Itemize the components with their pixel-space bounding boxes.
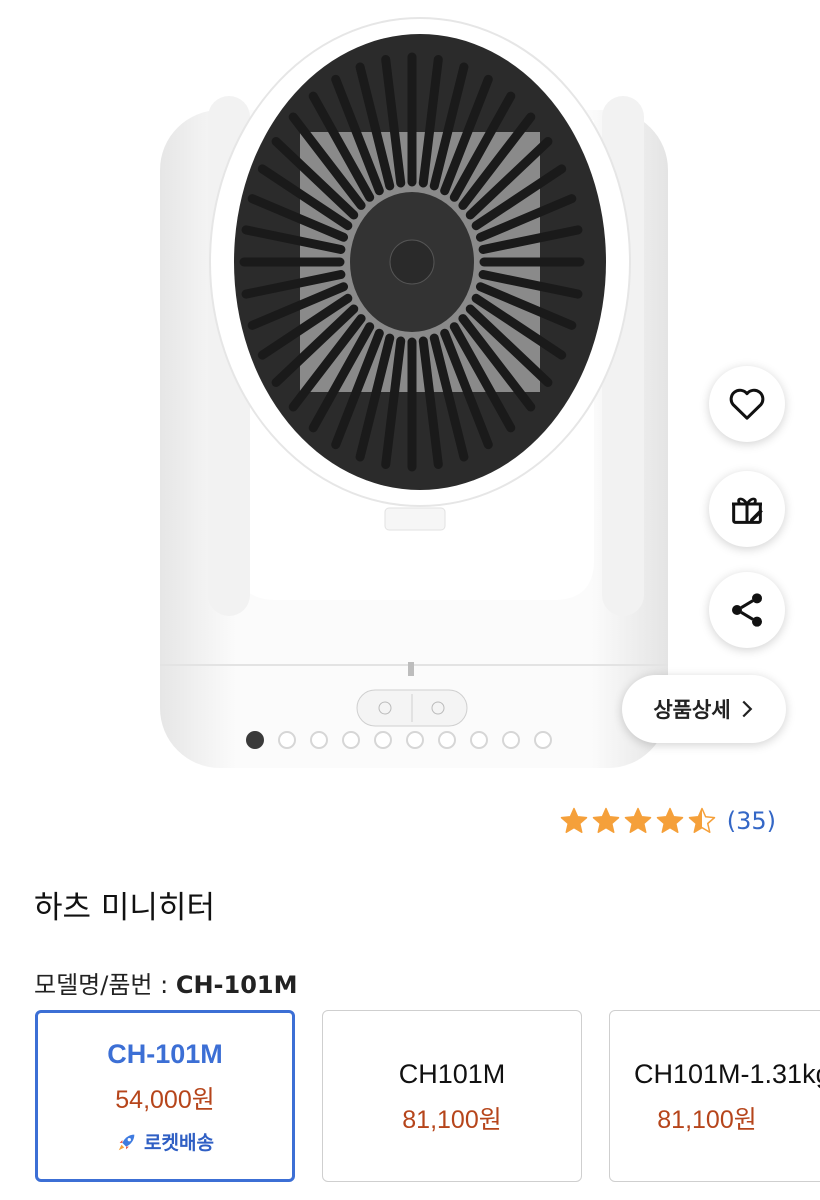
product-title: 하츠 미니히터 xyxy=(34,890,215,926)
share-icon xyxy=(732,593,762,627)
model-value: CH-101M xyxy=(175,971,298,999)
option-name: CH101M xyxy=(398,1059,506,1089)
pagination-dot[interactable] xyxy=(342,731,360,749)
star-icon xyxy=(688,807,715,833)
chevron-right-icon xyxy=(742,700,752,718)
option-card[interactable]: CH101M-1.31kg 81,100원 xyxy=(609,1010,820,1182)
option-price: 81,100원 xyxy=(657,1106,757,1134)
model-number-line: 모델명/품번 : CH-101M xyxy=(34,965,297,1000)
pagination-dot[interactable] xyxy=(278,731,296,749)
wishlist-button[interactable] xyxy=(709,366,785,442)
gallery-pagination[interactable] xyxy=(246,731,552,749)
rocket-delivery-badge: 로켓배송 xyxy=(38,1128,292,1155)
shipping-label: 로켓배송 xyxy=(144,1132,214,1154)
rating-summary[interactable]: (35) xyxy=(559,806,776,836)
option-card[interactable]: CH-101M 54,000원 로켓배송 xyxy=(35,1010,295,1182)
pagination-dot[interactable] xyxy=(246,731,264,749)
product-detail-label: 상품상세 xyxy=(653,698,731,722)
gift-button[interactable] xyxy=(709,471,785,547)
review-count[interactable]: (35) xyxy=(727,807,776,835)
pagination-dot[interactable] xyxy=(534,731,552,749)
pagination-dot[interactable] xyxy=(470,731,488,749)
gift-icon xyxy=(732,497,763,524)
option-card[interactable]: CH101M 81,100원 xyxy=(322,1010,582,1182)
pagination-dot[interactable] xyxy=(406,731,424,749)
model-label: 모델명/품번 : xyxy=(34,971,176,999)
option-price: 81,100원 xyxy=(402,1106,502,1134)
pagination-dot[interactable] xyxy=(374,731,392,749)
product-image-gallery[interactable]: 상품상세 xyxy=(0,0,820,768)
star-rating xyxy=(559,806,717,836)
pagination-dot[interactable] xyxy=(310,731,328,749)
option-price: 54,000원 xyxy=(115,1086,215,1114)
share-button[interactable] xyxy=(709,572,785,648)
pagination-dot[interactable] xyxy=(438,731,456,749)
rocket-icon xyxy=(118,1134,135,1150)
star-icon xyxy=(624,807,651,833)
mini-heater-product-image xyxy=(160,17,668,768)
star-icon xyxy=(592,807,619,833)
option-name: CH101M-1.31kg xyxy=(634,1059,820,1089)
heart-icon xyxy=(729,388,765,420)
star-icon xyxy=(560,807,587,833)
star-icon xyxy=(656,807,683,833)
pagination-dot[interactable] xyxy=(502,731,520,749)
product-detail-button[interactable]: 상품상세 xyxy=(622,675,786,743)
option-name: CH-101M xyxy=(107,1039,223,1069)
